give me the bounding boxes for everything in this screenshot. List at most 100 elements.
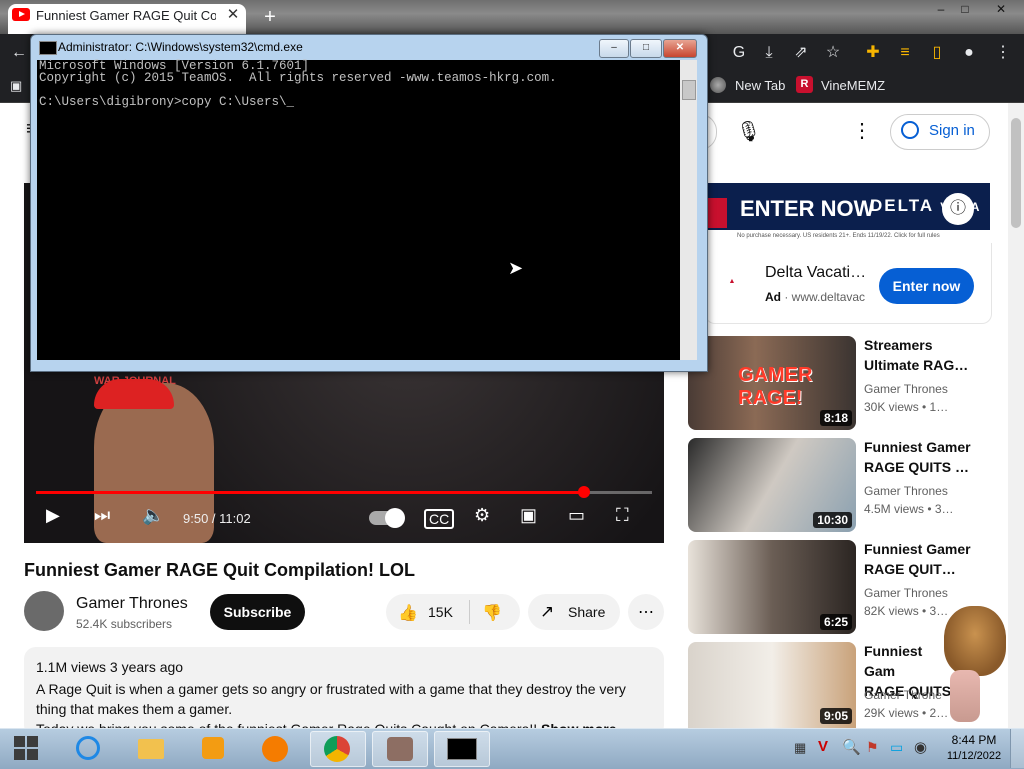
tab-close-icon[interactable]: ✕ (224, 6, 242, 24)
download-icon[interactable]: ⤓ (758, 42, 780, 64)
cmd-title: Administrator: C:\Windows\system32\cmd.e… (58, 40, 303, 54)
channel-avatar[interactable] (24, 591, 64, 631)
chrome-icon (324, 736, 350, 762)
like-count[interactable]: 15K (428, 604, 453, 620)
cmd-line: Copyright (c) 2015 TeamOS. All rights re… (39, 71, 557, 85)
back-icon[interactable]: ← (8, 42, 30, 64)
miniplayer-icon[interactable]: ▣ (520, 505, 537, 526)
related-channel: Gamer Thrones (864, 484, 948, 498)
start-button-icon[interactable] (14, 736, 38, 760)
video-duration: 6:25 (819, 614, 852, 630)
taskbar-ie[interactable] (62, 731, 116, 765)
scrollbar-thumb[interactable] (1011, 118, 1021, 228)
related-thumbnail[interactable]: 9:05 (688, 642, 856, 728)
close-window-button[interactable]: ✕ (990, 2, 1012, 18)
minimize-button[interactable]: – (930, 2, 952, 18)
progress-fill (36, 491, 585, 494)
network-icon[interactable]: ▭ (890, 739, 903, 756)
like-icon[interactable]: 👍 (398, 603, 418, 623)
related-title-line1: Funniest Gamer (864, 439, 971, 455)
media-queue-icon[interactable]: ≡ (894, 42, 916, 64)
taskbar-media-player[interactable] (186, 731, 240, 765)
ad-title[interactable]: Delta Vacati… (765, 264, 866, 282)
chrome-menu-icon[interactable]: ⋮ (992, 42, 1014, 64)
google-icon[interactable]: G (728, 42, 750, 64)
bookmark-new-tab[interactable]: New Tab (735, 76, 785, 96)
account-icon (901, 121, 919, 139)
side-panel-icon[interactable]: ▯ (926, 42, 948, 64)
related-channel: Gamer Thrones (864, 586, 948, 600)
youtube-favicon-icon (12, 8, 30, 21)
next-icon[interactable]: ⏭ (94, 505, 110, 526)
mouse-cursor-icon: ➤ (508, 258, 524, 278)
folder-icon (138, 739, 164, 759)
media-player-icon (202, 737, 224, 759)
channel-name[interactable]: Gamer Thrones (76, 595, 188, 613)
microphone-icon[interactable]: 🎙 (736, 119, 761, 144)
cmd-icon (39, 41, 57, 55)
related-title-line1: Funniest Gam (864, 643, 923, 679)
subscribe-button[interactable]: Subscribe (210, 594, 305, 630)
cmd-close-button[interactable]: ✕ (663, 39, 697, 58)
related-title[interactable]: Funniest Gamer RAGE QUITS … (864, 437, 984, 477)
maximize-button[interactable]: □ (954, 2, 976, 18)
extensions-icon[interactable]: ✚ (862, 42, 884, 64)
cmd-taskbar-icon (447, 738, 477, 760)
taskbar-cmd[interactable] (434, 731, 490, 767)
subscriber-count: 52.4K subscribers (76, 617, 173, 631)
clock-time[interactable]: 8:44 PM (946, 733, 1002, 747)
ad-badge: Ad (765, 290, 781, 304)
video-title: Funniest Gamer RAGE Quit Compilation! LO… (24, 560, 416, 580)
sign-in-label: Sign in (929, 122, 975, 139)
new-tab-bookmark-icon (710, 77, 726, 93)
dislike-icon[interactable]: 👎 (482, 603, 502, 623)
related-title[interactable]: Streamers Ultimate RAG… (864, 335, 984, 375)
internet-explorer-icon (76, 736, 100, 760)
bookmark-folder-icon[interactable]: ▣ (10, 76, 22, 96)
tray-icon[interactable]: ▦ (794, 740, 806, 756)
related-meta: 82K views • 3… (864, 604, 949, 618)
related-title[interactable]: Funniest Gamer RAGE QUIT… (864, 539, 984, 579)
captions-icon[interactable]: CC (424, 509, 455, 529)
cmd-maximize-button[interactable]: □ (630, 39, 662, 58)
video-duration: 8:18 (819, 410, 852, 426)
related-thumbnail[interactable]: 6:25 (688, 540, 856, 634)
antivirus-icon[interactable]: V (818, 738, 828, 755)
taskbar-chrome[interactable] (310, 731, 366, 767)
theater-mode-icon[interactable]: ▭ (568, 505, 585, 526)
related-thumbnail[interactable]: GAMER RAGE! 8:18 (688, 336, 856, 430)
delta-logo-icon: ▲ (714, 278, 750, 290)
settings-menu-icon[interactable]: ⋮ (852, 118, 872, 143)
settings-gear-icon[interactable]: ⚙ (474, 505, 490, 526)
flag-icon[interactable]: ⚑ (866, 739, 879, 756)
ad-info-icon[interactable]: ⓘ (942, 193, 974, 225)
new-tab-button[interactable]: + (258, 6, 282, 28)
volume-tray-icon[interactable]: ◉ (914, 738, 927, 756)
taskbar-explorer[interactable] (124, 731, 178, 765)
taskbar-uc-browser[interactable] (248, 731, 302, 765)
uc-browser-icon (262, 736, 288, 762)
related-meta: 30K views • 1… (864, 400, 949, 414)
cmd-minimize-button[interactable]: – (599, 39, 629, 58)
bookmark-vinememz[interactable]: VineMEMZ (821, 76, 885, 96)
clock-date[interactable]: 11/12/2022 (946, 750, 1002, 762)
fullscreen-icon[interactable]: ⛶ (616, 505, 629, 526)
profile-icon[interactable]: ● (958, 42, 980, 64)
autoplay-knob (385, 508, 405, 528)
show-desktop-button[interactable] (1010, 729, 1024, 768)
search-tray-icon[interactable]: 🔍 (842, 738, 861, 756)
hamster-sticker-icon (944, 606, 1006, 676)
share-page-icon[interactable]: ⇗ (790, 42, 812, 64)
related-title-line1: Funniest Gamer (864, 541, 971, 557)
volume-icon[interactable]: 🔈 (142, 505, 164, 526)
share-icon: ↗ (540, 602, 555, 621)
cmd-scrollbar[interactable] (680, 60, 697, 360)
cmd-prompt: C:\Users\digibrony>copy C:\Users\_ (39, 95, 295, 109)
related-title-line2: RAGE QUITS … (864, 459, 970, 475)
taskbar-app[interactable] (372, 731, 428, 767)
ad-enter-button[interactable]: Enter now (879, 268, 974, 304)
bookmark-star-icon[interactable]: ☆ (822, 42, 844, 64)
play-icon[interactable]: ▶ (46, 505, 60, 526)
cmd-scroll-thumb[interactable] (682, 80, 696, 100)
related-thumbnail[interactable]: 10:30 (688, 438, 856, 532)
